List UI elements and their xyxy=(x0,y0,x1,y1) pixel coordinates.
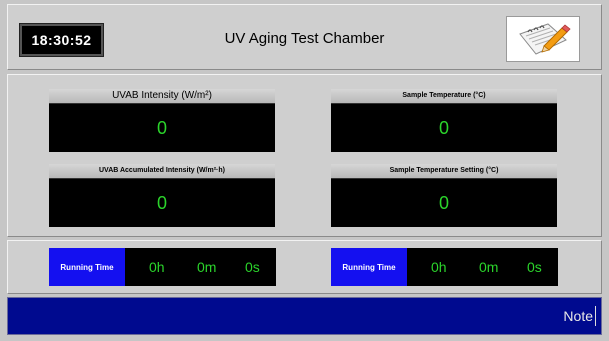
sample-temperature-setting-label: Sample Temperature Setting (°C) xyxy=(331,164,557,179)
text-cursor xyxy=(595,306,596,326)
note-label: Note xyxy=(563,308,593,324)
running-time-timer-2: Running Time 0h 0m 0s xyxy=(331,248,558,286)
running-time-label: Running Time xyxy=(331,248,407,286)
timer-minutes: 0m xyxy=(197,259,217,275)
timer-minutes: 0m xyxy=(479,259,499,275)
notepad-pencil-icon xyxy=(519,23,571,55)
timer-seconds: 0s xyxy=(245,259,260,275)
sample-temperature-value: 0 xyxy=(331,104,557,152)
uvab-intensity-value: 0 xyxy=(49,104,275,152)
uvab-accumulated-intensity-value: 0 xyxy=(49,179,275,227)
running-time-timer-1: Running Time 0h 0m 0s xyxy=(49,248,276,286)
timer-seconds: 0s xyxy=(527,259,542,275)
sample-temperature-label: Sample Temperature (°C) xyxy=(331,89,557,104)
sample-temperature-setting-value[interactable]: 0 xyxy=(331,179,557,227)
uvab-accumulated-intensity-label: UVAB Accumulated Intensity (W/m²·h) xyxy=(49,164,275,179)
sample-temperature-setting-readout[interactable]: Sample Temperature Setting (°C) 0 xyxy=(331,164,557,227)
notes-button[interactable] xyxy=(506,16,580,62)
uvab-accumulated-intensity-readout: UVAB Accumulated Intensity (W/m²·h) 0 xyxy=(49,164,275,227)
sample-temperature-readout: Sample Temperature (°C) 0 xyxy=(331,89,557,152)
timer-hours: 0h xyxy=(149,259,165,275)
running-time-label: Running Time xyxy=(49,248,125,286)
uvab-intensity-label: UVAB Intensity (W/m²) xyxy=(49,89,275,104)
uvab-intensity-readout: UVAB Intensity (W/m²) 0 xyxy=(49,89,275,152)
timer-hours: 0h xyxy=(431,259,447,275)
note-input-bar[interactable]: Note xyxy=(7,297,602,335)
